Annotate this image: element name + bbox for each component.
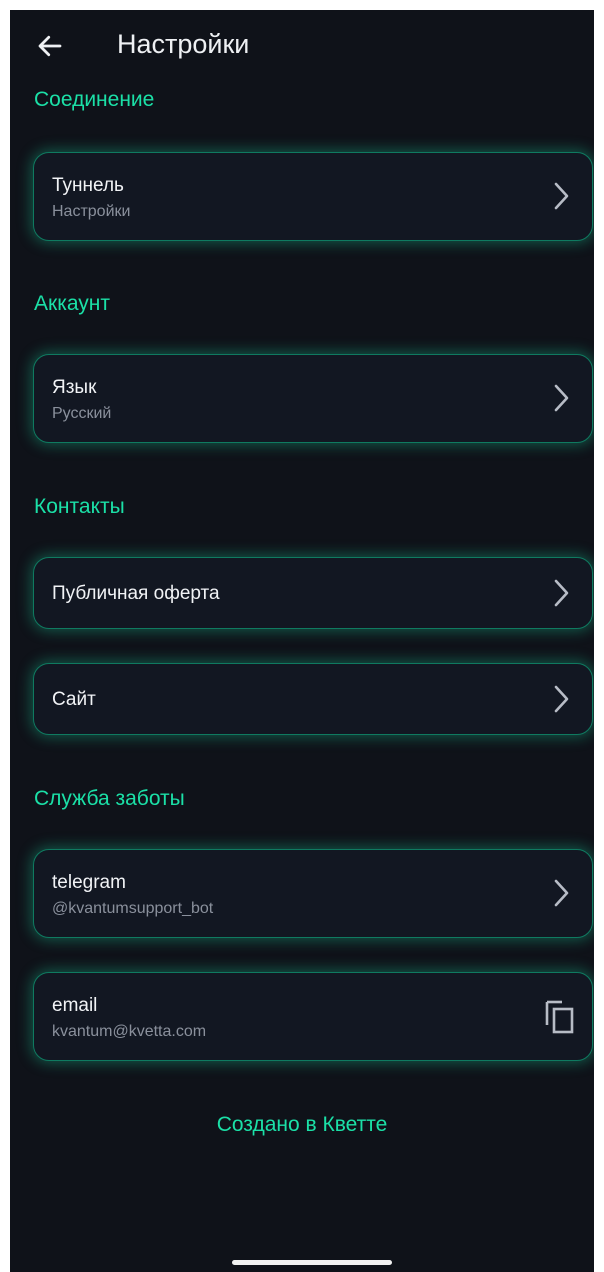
tunnel-settings-item[interactable]: Туннель Настройки — [33, 152, 593, 241]
copy-email-button[interactable] — [542, 997, 578, 1037]
language-title: Язык — [52, 377, 97, 398]
email-support-item[interactable]: email kvantum@kvetta.com — [33, 972, 593, 1061]
chevron-right-icon — [548, 681, 576, 717]
public-offer-item[interactable]: Публичная оферта — [33, 557, 593, 629]
email-subtitle: kvantum@kvetta.com — [52, 1023, 207, 1040]
language-item[interactable]: Язык Русский — [33, 354, 593, 443]
section-title-connection: Соединение — [34, 88, 155, 111]
chevron-right-icon — [548, 875, 576, 911]
telegram-subtitle: @kvantumsupport_bot — [52, 900, 214, 917]
section-title-account: Аккаунт — [34, 292, 111, 315]
telegram-title: telegram — [52, 872, 126, 893]
chevron-right-icon — [548, 380, 576, 416]
copy-icon — [545, 1000, 574, 1034]
settings-screen: Настройки Соединение Туннель Настройки А… — [10, 10, 594, 1272]
chevron-right-icon — [548, 178, 576, 214]
website-title: Сайт — [52, 689, 96, 710]
tunnel-title: Туннель — [52, 175, 124, 196]
language-subtitle: Русский — [52, 405, 112, 422]
section-title-support: Служба заботы — [34, 787, 185, 810]
page-title: Настройки — [117, 29, 250, 59]
arrow-left-icon — [38, 35, 62, 57]
public-offer-title: Публичная оферта — [52, 583, 220, 604]
telegram-support-item[interactable]: telegram @kvantumsupport_bot — [33, 849, 593, 938]
chevron-right-icon — [548, 575, 576, 611]
footer-credit-link[interactable]: Создано в Кветте — [10, 1111, 594, 1139]
email-title: email — [52, 995, 98, 1016]
back-button[interactable] — [30, 26, 70, 66]
website-item[interactable]: Сайт — [33, 663, 593, 735]
section-title-contacts: Контакты — [34, 495, 125, 518]
home-indicator[interactable] — [232, 1260, 392, 1265]
tunnel-subtitle: Настройки — [52, 203, 131, 220]
app-header: Настройки — [10, 10, 594, 78]
